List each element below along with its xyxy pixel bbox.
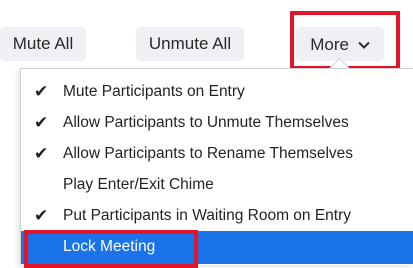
menu-item-waiting-room[interactable]: ✔ Put Participants in Waiting Room on En…	[21, 200, 413, 231]
check-icon: ✔	[34, 206, 49, 225]
unmute-all-button[interactable]: Unmute All	[136, 27, 244, 61]
menu-item-play-chime[interactable]: Play Enter/Exit Chime	[21, 169, 413, 200]
menu-item-label: Put Participants in Waiting Room on Entr…	[63, 207, 352, 224]
chevron-down-icon	[358, 27, 370, 61]
menu-item-mute-on-entry[interactable]: ✔ Mute Participants on Entry	[21, 76, 413, 107]
more-label: More	[310, 35, 349, 54]
menu-item-lock-meeting[interactable]: Lock Meeting	[21, 231, 413, 264]
more-dropdown-menu: ✔ Mute Participants on Entry ✔ Allow Par…	[20, 68, 413, 265]
menu-item-label: Play Enter/Exit Chime	[63, 176, 214, 193]
menu-item-label: Lock Meeting	[63, 238, 156, 255]
mute-all-button[interactable]: Mute All	[0, 27, 86, 61]
menu-item-allow-unmute[interactable]: ✔ Allow Participants to Unmute Themselve…	[21, 107, 413, 138]
mute-all-label: Mute All	[12, 34, 74, 53]
check-icon: ✔	[34, 113, 49, 132]
participants-toolbar: Mute All Unmute All More	[0, 0, 413, 75]
menu-item-label: Mute Participants on Entry	[63, 83, 245, 100]
menu-item-label: Allow Participants to Unmute Themselves	[63, 114, 349, 131]
more-button[interactable]: More	[296, 27, 384, 61]
unmute-all-label: Unmute All	[148, 34, 232, 53]
check-icon: ✔	[34, 82, 49, 101]
check-icon: ✔	[34, 144, 49, 163]
menu-item-label: Allow Participants to Rename Themselves	[63, 145, 354, 162]
menu-item-allow-rename[interactable]: ✔ Allow Participants to Rename Themselve…	[21, 138, 413, 169]
